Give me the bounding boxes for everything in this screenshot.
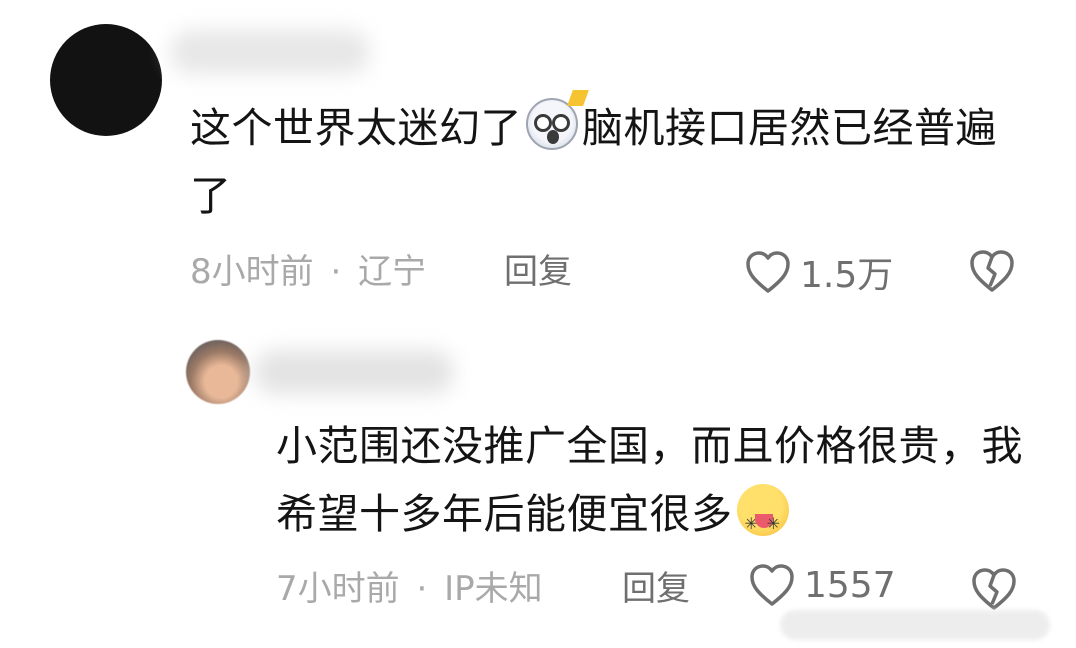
reply-button[interactable]: 回复 — [622, 567, 690, 611]
comment-text: 这个世界太迷幻了 脑机接口居然已经普遍了 — [190, 90, 1010, 230]
comment-text-part1: 小范围还没推广全国，而且价格很贵，我希望十多年后能便宜很多 — [276, 422, 1023, 538]
comment-meta: 8小时前 · 辽宁 — [190, 250, 426, 294]
broken-heart-icon — [970, 250, 1014, 292]
comment-text: 小范围还没推广全国，而且价格很贵，我希望十多年后能便宜很多 — [276, 412, 1056, 558]
watermark-redacted — [780, 610, 1050, 640]
comment-location: IP未知 — [444, 569, 543, 609]
username-redacted — [170, 30, 370, 74]
crazy-tongue-face-emoji-icon — [736, 484, 789, 558]
like-button[interactable]: 1557 — [748, 562, 896, 608]
comment-time: 8小时前 — [190, 252, 314, 292]
meta-separator: · — [330, 252, 342, 292]
username-redacted — [254, 350, 454, 394]
heart-outline-icon — [746, 251, 790, 293]
like-button[interactable]: 1.5万 — [744, 246, 893, 298]
meta-separator: · — [416, 569, 428, 609]
dislike-button[interactable] — [968, 248, 1016, 298]
comment-meta: 7小时前 · IP未知 — [276, 567, 543, 611]
broken-heart-icon — [972, 568, 1016, 610]
avatar[interactable] — [186, 340, 250, 404]
comment-text-part1: 这个世界太迷幻了 — [190, 104, 522, 152]
like-count: 1557 — [804, 564, 896, 606]
shocked-face-emoji-icon — [526, 90, 589, 150]
comment-location: 辽宁 — [358, 252, 427, 292]
reply-button[interactable]: 回复 — [504, 250, 572, 294]
like-count: 1.5万 — [800, 255, 894, 296]
avatar[interactable] — [50, 24, 162, 136]
heart-outline-icon — [750, 564, 794, 606]
comment-time: 7小时前 — [276, 569, 400, 609]
dislike-button[interactable] — [970, 566, 1018, 616]
